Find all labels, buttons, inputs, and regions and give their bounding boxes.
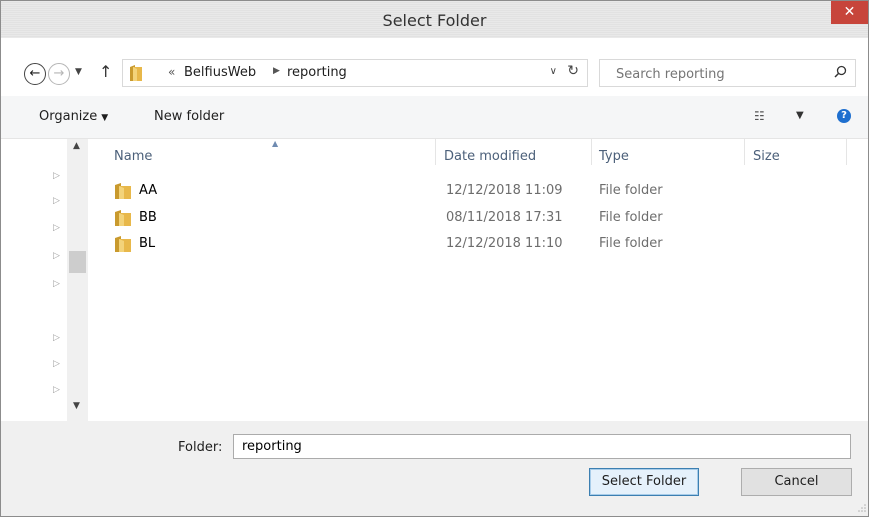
folder-icon [114, 209, 132, 231]
resize-grip-icon[interactable] [858, 504, 866, 514]
recent-locations-icon[interactable]: ▼ [75, 67, 82, 77]
file-type: File folder [599, 236, 663, 251]
command-toolbar: Organize ▼ New folder ☷ ▼ ? [1, 96, 868, 139]
column-divider[interactable] [591, 139, 592, 165]
table-row[interactable]: BB 08/11/2018 17:31 File folder [89, 206, 868, 230]
scroll-up-icon[interactable]: ▲ [73, 141, 80, 151]
search-icon[interactable] [834, 65, 847, 82]
select-folder-button[interactable]: Select Folder [589, 468, 699, 496]
tree-expand-icon[interactable]: ▷ [53, 279, 60, 289]
breadcrumb-separator-icon[interactable]: ▶ [273, 66, 280, 76]
scroll-down-icon[interactable]: ▼ [73, 401, 80, 411]
search-box[interactable] [599, 59, 856, 88]
search-input[interactable] [600, 60, 838, 88]
file-date: 12/12/2018 11:09 [446, 183, 563, 198]
organize-menu-button[interactable]: Organize ▼ [39, 109, 108, 124]
column-header-date-modified[interactable]: Date modified [444, 149, 536, 164]
file-list[interactable]: ▲ Name Date modified Type Size AA 12/12/… [89, 139, 868, 421]
select-folder-dialog: Select Folder ✕ ← → ▼ ↑ « BelfiusWeb ▶ r… [0, 0, 869, 517]
views-icon[interactable]: ☷ [754, 109, 765, 123]
file-date: 08/11/2018 17:31 [446, 210, 563, 225]
file-type: File folder [599, 183, 663, 198]
tree-expand-icon[interactable]: ▷ [53, 333, 60, 343]
file-name: BB [139, 210, 157, 225]
address-bar[interactable]: « BelfiusWeb ▶ reporting ∨ ↻ [122, 59, 588, 87]
organize-label: Organize [39, 109, 98, 124]
file-type: File folder [599, 210, 663, 225]
file-name: BL [139, 236, 156, 251]
breadcrumb-overflow-icon[interactable]: « [168, 65, 175, 79]
title-bar: Select Folder ✕ [1, 1, 868, 38]
table-row[interactable]: AA 12/12/2018 11:09 File folder [89, 179, 868, 203]
tree-expand-icon[interactable]: ▷ [53, 171, 60, 181]
column-header-size[interactable]: Size [753, 149, 780, 164]
file-date: 12/12/2018 11:10 [446, 236, 563, 251]
column-header-type[interactable]: Type [599, 149, 629, 164]
cancel-button[interactable]: Cancel [741, 468, 852, 496]
organize-caret-icon: ▼ [101, 113, 109, 123]
column-divider[interactable] [846, 139, 847, 165]
breadcrumb-reporting[interactable]: reporting [287, 65, 347, 80]
folder-label: Folder: [178, 440, 223, 455]
forward-button[interactable]: → [48, 63, 70, 85]
tree-expand-icon[interactable]: ▷ [53, 385, 60, 395]
folder-icon [114, 235, 132, 257]
content-area: ▷ ▷ ▷ ▷ ▷ ▷ ▷ ▷ ▲ ▼ ▲ Name Date modified… [1, 139, 868, 421]
tree-expand-icon[interactable]: ▷ [53, 223, 60, 233]
address-dropdown-icon[interactable]: ∨ [550, 66, 557, 77]
tree-expand-icon[interactable]: ▷ [53, 251, 60, 261]
navigation-pane[interactable]: ▷ ▷ ▷ ▷ ▷ ▷ ▷ ▷ ▲ ▼ [1, 139, 89, 421]
column-divider[interactable] [744, 139, 745, 165]
column-divider[interactable] [435, 139, 436, 165]
dialog-footer: Folder: Select Folder Cancel [1, 421, 868, 516]
dialog-title: Select Folder [382, 11, 487, 30]
close-button[interactable]: ✕ [831, 1, 868, 24]
column-headers: ▲ Name Date modified Type Size [89, 139, 868, 171]
file-name: AA [139, 183, 158, 198]
column-header-name[interactable]: Name [114, 149, 152, 164]
folder-name-input[interactable] [233, 434, 851, 459]
table-row[interactable]: BL 12/12/2018 11:10 File folder [89, 232, 868, 256]
sort-ascending-icon: ▲ [272, 139, 279, 148]
new-folder-button[interactable]: New folder [154, 109, 224, 124]
scroll-thumb[interactable] [69, 251, 86, 273]
help-icon[interactable]: ? [837, 109, 851, 123]
nav-scrollbar[interactable]: ▲ ▼ [67, 139, 88, 421]
refresh-icon[interactable]: ↻ [567, 63, 579, 79]
views-dropdown-icon[interactable]: ▼ [796, 110, 804, 121]
tree-expand-icon[interactable]: ▷ [53, 359, 60, 369]
breadcrumb-belfiusweb[interactable]: BelfiusWeb [184, 65, 256, 80]
back-button[interactable]: ← [24, 63, 46, 85]
folder-icon [114, 182, 132, 204]
tree-expand-icon[interactable]: ▷ [53, 196, 60, 206]
up-folder-button[interactable]: ↑ [99, 62, 112, 81]
address-row: ← → ▼ ↑ « BelfiusWeb ▶ reporting ∨ ↻ [1, 38, 868, 96]
folder-icon [129, 64, 143, 86]
